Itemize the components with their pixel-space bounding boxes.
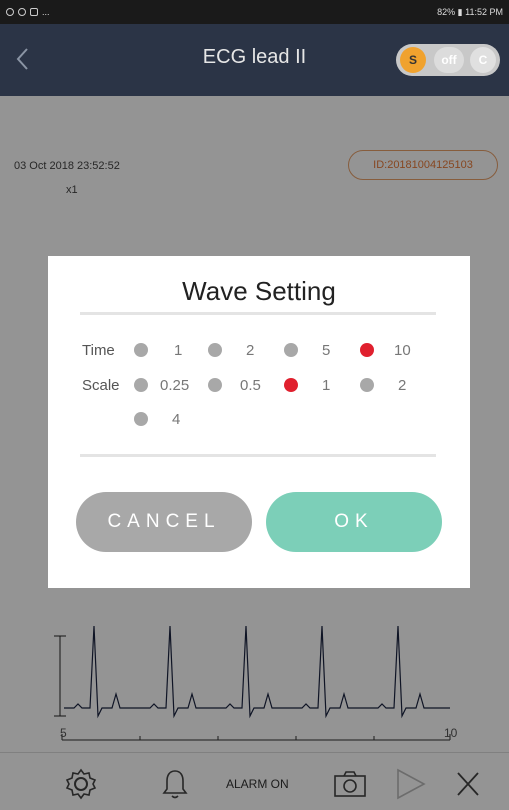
time-radio-2[interactable] xyxy=(208,343,222,357)
time-option-10: 10 xyxy=(394,342,411,359)
image-icon xyxy=(30,8,38,16)
scale-option-0.5: 0.5 xyxy=(240,377,261,394)
status-system: 82% ▮ 11:52 PM xyxy=(437,7,503,18)
status-ellipsis: ... xyxy=(42,7,50,17)
toggle-option-c[interactable]: C xyxy=(470,47,496,73)
scale-option-1: 1 xyxy=(322,377,331,394)
dialog-title: Wave Setting xyxy=(182,276,336,306)
scale-radio-0.5[interactable] xyxy=(208,378,222,392)
scale-radio-4[interactable] xyxy=(134,412,148,426)
time-label: Time xyxy=(82,342,115,359)
scale-radio-1[interactable] xyxy=(284,378,298,392)
scale-option-0.25: 0.25 xyxy=(160,377,190,394)
scale-radio-2[interactable] xyxy=(360,378,374,392)
toggle-option-off[interactable]: off xyxy=(434,47,464,73)
status-right-text: 82% ▮ 11:52 PM xyxy=(437,6,503,17)
status-bar: ... 82% ▮ 11:52 PM xyxy=(0,0,509,24)
ok-button[interactable]: OK xyxy=(266,492,442,552)
scale-option-2: 2 xyxy=(398,377,407,394)
notification-icon xyxy=(6,8,14,16)
scale-option-4: 4 xyxy=(172,411,181,428)
time-radio-1[interactable] xyxy=(134,343,148,357)
time-radio-10[interactable] xyxy=(360,343,374,357)
time-option-1: 1 xyxy=(174,342,183,359)
dialog-divider-top xyxy=(80,312,436,315)
time-option-5: 5 xyxy=(322,342,331,359)
toggle-option-s[interactable]: S xyxy=(400,47,426,73)
modal-backdrop-bottom[interactable] xyxy=(0,752,509,810)
app-header: ECG lead II S off C xyxy=(0,24,509,96)
scale-label: Scale xyxy=(82,377,120,394)
wave-setting-dialog: Wave Setting Time 1 2 5 10 Scale 0.25 0.… xyxy=(48,256,470,588)
time-radio-5[interactable] xyxy=(284,343,298,357)
dialog-divider-bottom xyxy=(80,454,436,457)
status-notifications: ... xyxy=(6,7,50,17)
scale-radio-0.25[interactable] xyxy=(134,378,148,392)
time-option-2: 2 xyxy=(246,342,255,359)
cancel-button[interactable]: CANCEL xyxy=(76,492,252,552)
notification-icon xyxy=(18,8,26,16)
sound-mode-toggle[interactable]: S off C xyxy=(396,44,500,76)
